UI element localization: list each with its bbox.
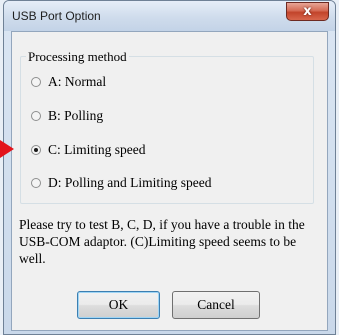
radio-option-a[interactable]: A: Normal [31, 73, 106, 91]
close-icon: x [303, 4, 312, 19]
group-label: Processing method [26, 49, 129, 65]
radio-label: B: Polling [48, 108, 104, 123]
title-bar[interactable]: USB Port Option x [4, 1, 335, 31]
radio-option-c[interactable]: C: Limiting speed [31, 141, 146, 159]
radio-option-b[interactable]: B: Polling [31, 107, 103, 125]
cancel-button[interactable]: Cancel [172, 291, 260, 319]
close-button[interactable]: x [286, 2, 329, 21]
radio-option-d[interactable]: D: Polling and Limiting speed [31, 174, 212, 192]
info-text: Please try to test B, C, D, if you have … [19, 217, 305, 266]
radio-button[interactable] [31, 111, 41, 121]
radio-button[interactable] [31, 178, 41, 188]
radio-button[interactable] [31, 77, 41, 87]
red-arrow-pointer [0, 140, 14, 158]
radio-button-selected[interactable] [31, 145, 41, 155]
window-title: USB Port Option [12, 9, 101, 23]
radio-label: C: Limiting speed [48, 142, 146, 157]
radio-label: A: Normal [48, 74, 107, 89]
radio-label: D: Polling and Limiting speed [48, 175, 212, 190]
ok-button[interactable]: OK [77, 291, 160, 319]
